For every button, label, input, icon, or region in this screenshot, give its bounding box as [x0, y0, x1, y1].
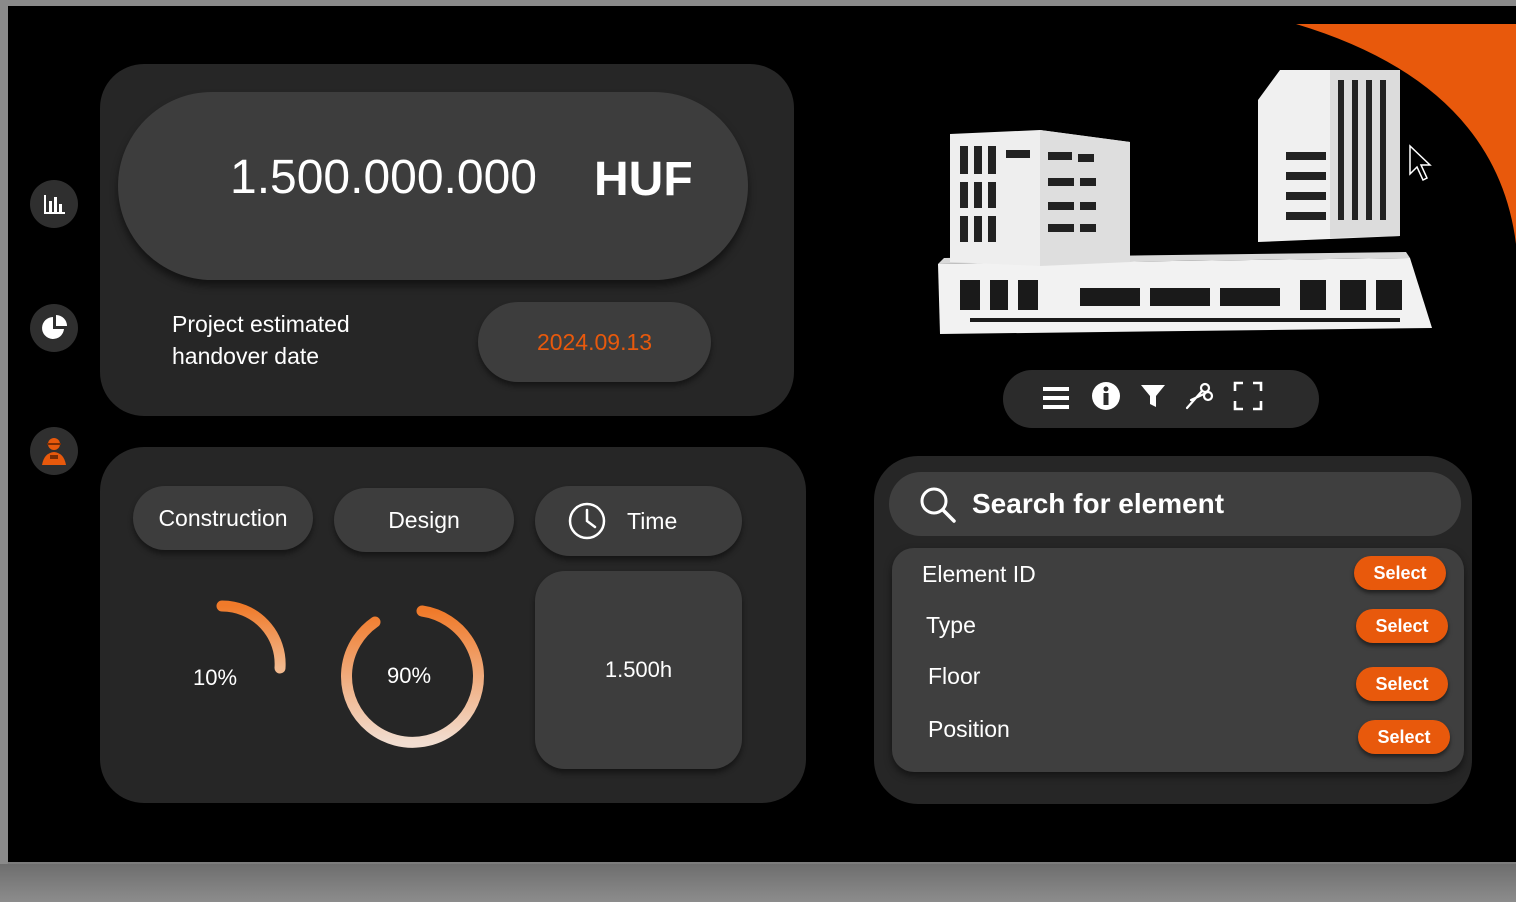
sidebar-chart-button[interactable] [30, 304, 78, 352]
tab-time[interactable]: Time [535, 486, 742, 556]
select-floor-button[interactable]: Select [1356, 667, 1448, 701]
filter-icon [1141, 385, 1165, 407]
budget-currency: HUF [594, 153, 693, 206]
select-position-button[interactable]: Select [1358, 720, 1450, 754]
info-icon [1092, 382, 1120, 410]
time-value-box: 1.500h [535, 571, 742, 769]
tab-design[interactable]: Design [334, 488, 514, 552]
section-cut-button[interactable] [1181, 378, 1217, 414]
tab-construction[interactable]: Construction [133, 486, 313, 550]
construction-progress-label: 10% [193, 665, 238, 690]
filter-label-floor: Floor [928, 663, 981, 689]
clock-icon [568, 502, 606, 540]
filter-label-type: Type [926, 612, 976, 638]
filter-label-element-id: Element ID [922, 561, 1036, 587]
select-type-button[interactable]: Select [1356, 609, 1448, 643]
construction-gauge [216, 600, 286, 674]
select-element-id-button[interactable]: Select [1354, 556, 1446, 590]
menu-button[interactable] [1038, 380, 1074, 416]
handover-label: Project estimated handover date [172, 311, 350, 369]
search-icon [920, 487, 956, 523]
filter-button[interactable] [1135, 378, 1171, 414]
menu-icon [1043, 387, 1069, 409]
search-placeholder: Search for element [972, 488, 1225, 519]
building-model-viewer[interactable] [930, 66, 1440, 340]
worker-icon [42, 438, 66, 465]
time-value: 1.500h [604, 657, 673, 682]
info-button[interactable] [1088, 378, 1124, 414]
filter-label-position: Position [928, 716, 1010, 742]
tab-time-label: Time [627, 507, 678, 534]
budget-display: 1.500.000.000 HUF [118, 92, 748, 280]
design-progress-label: 90% [387, 663, 432, 688]
monitor-bezel [0, 864, 1516, 902]
handover-date[interactable]: 2024.09.13 [478, 302, 711, 382]
bar-chart-icon [44, 195, 65, 214]
pie-chart-icon [42, 315, 67, 339]
sidebar-stats-button[interactable] [30, 180, 78, 228]
fullscreen-button[interactable] [1230, 378, 1266, 414]
fullscreen-icon [1233, 381, 1263, 411]
budget-amount: 1.500.000.000 [230, 151, 537, 204]
sidebar-worker-button[interactable] [30, 427, 78, 475]
section-cut-icon [1185, 382, 1214, 410]
